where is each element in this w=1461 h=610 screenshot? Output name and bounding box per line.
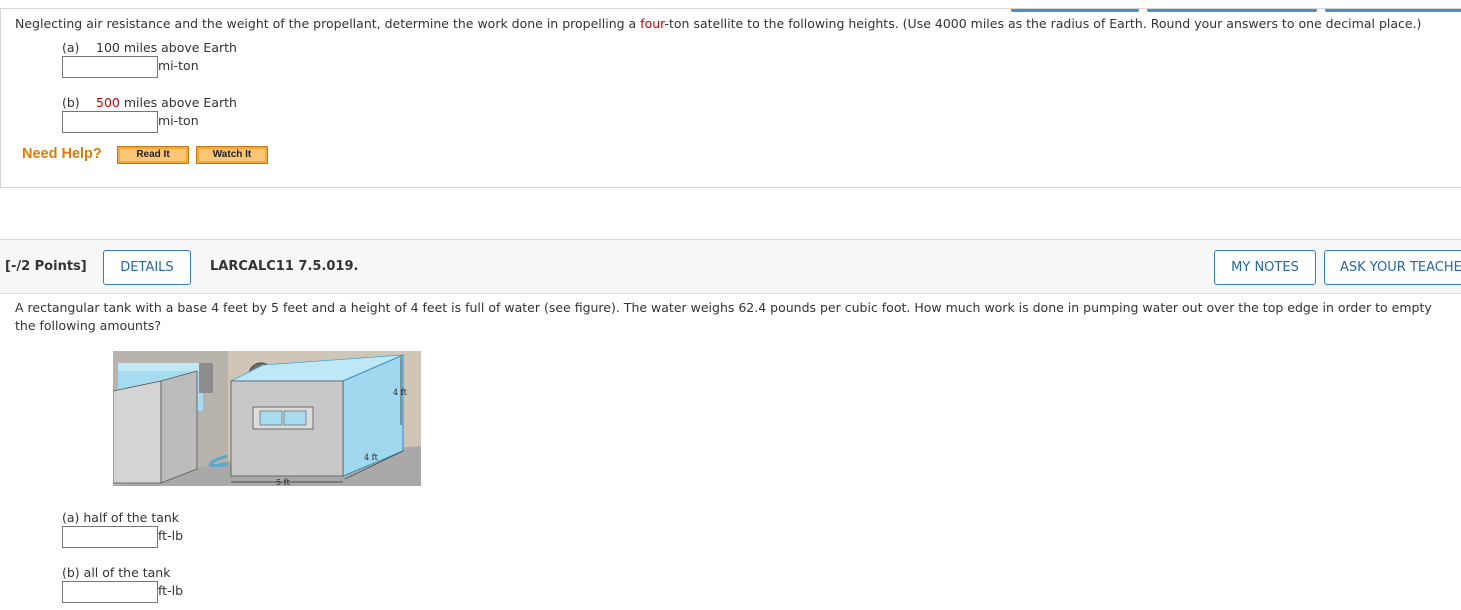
part-b-value: 500 <box>96 95 120 110</box>
my-notes-button[interactable]: MY NOTES <box>1214 250 1316 285</box>
left-tank-side <box>160 370 198 484</box>
question-id: LARCALC11 7.5.019. <box>210 259 359 274</box>
part-a-rest: miles above Earth <box>119 40 237 55</box>
window-pane-left <box>259 410 283 426</box>
left-tank-front <box>113 380 162 484</box>
ask-your-teacher-button[interactable]: ASK YOUR TEACHER <box>1324 250 1461 285</box>
q2-part-a-unit: ft-lb <box>158 528 183 543</box>
q2-part-b-unit: ft-lb <box>158 583 183 598</box>
q2-part-b-label: (b) all of the tank <box>62 565 171 580</box>
top-button-edge-1[interactable] <box>1011 9 1139 12</box>
top-button-edge-2[interactable] <box>1147 9 1317 12</box>
depth-label: 4 ft <box>364 453 379 462</box>
height-label: 4 ft <box>393 388 408 397</box>
points-label: [-/2 Points] <box>5 259 87 274</box>
watch-it-label: Watch It <box>199 149 265 161</box>
part-b-label: (b) 500 miles above Earth <box>62 95 237 110</box>
window-pane-right <box>283 410 307 426</box>
q2-part-a-answer-input[interactable] <box>62 526 158 548</box>
need-help-label: Need Help? <box>22 146 102 162</box>
part-a-unit: mi-ton <box>158 58 199 73</box>
prompt-highlight: four <box>640 16 665 31</box>
tank-figure: 4 ft 4 ft 5 ft <box>113 351 421 487</box>
left-tank-top <box>118 363 203 371</box>
q2-part-a-label: (a) half of the tank <box>62 510 180 525</box>
q2-part-b-answer-input[interactable] <box>62 581 158 603</box>
prompt-text-start: Neglecting air resistance and the weight… <box>15 16 641 31</box>
part-a-letter: (a) <box>62 40 80 55</box>
watch-it-button[interactable]: Watch It <box>196 146 268 164</box>
details-button[interactable]: DETAILS <box>103 250 191 285</box>
prompt-text-end: -ton satellite to the following heights.… <box>664 16 1422 31</box>
part-b-answer-input[interactable] <box>62 111 158 133</box>
question-1-prompt: Neglecting air resistance and the weight… <box>15 16 1421 31</box>
part-b-rest: miles above Earth <box>119 95 237 110</box>
question-2-header: [-/2 Points] DETAILS LARCALC11 7.5.019. … <box>0 239 1461 294</box>
width-label: 5 ft <box>276 478 291 487</box>
ladder <box>199 363 213 393</box>
read-it-button[interactable]: Read It <box>117 146 189 164</box>
part-a-answer-input[interactable] <box>62 56 158 78</box>
question-2-prompt: A rectangular tank with a base 4 feet by… <box>15 300 1432 333</box>
read-it-label: Read It <box>120 149 186 161</box>
part-a-value: 100 <box>96 40 120 55</box>
part-b-unit: mi-ton <box>158 113 199 128</box>
top-button-edge-3[interactable] <box>1325 9 1461 12</box>
part-b-letter: (b) <box>62 95 80 110</box>
part-a-label: (a) 100 miles above Earth <box>62 40 237 55</box>
